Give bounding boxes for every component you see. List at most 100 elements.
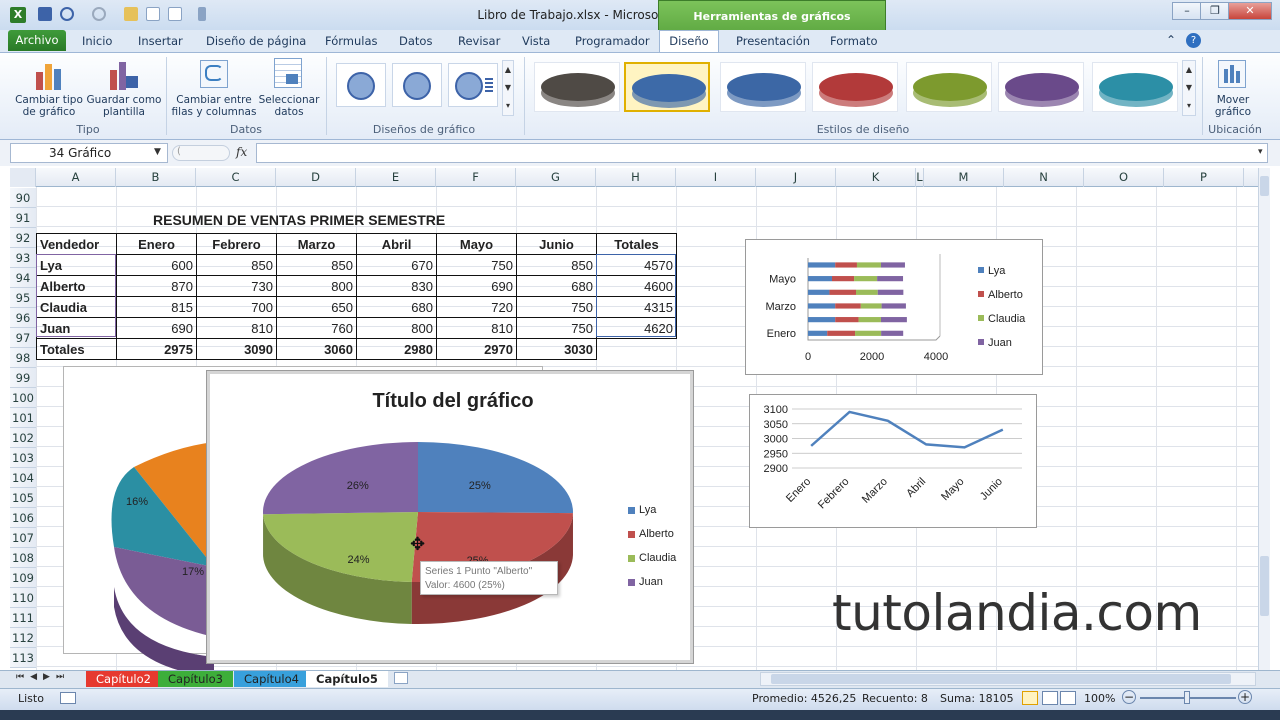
- chart-style-2[interactable]: [624, 62, 710, 112]
- chart-style-7[interactable]: [1092, 62, 1178, 112]
- row-header-104[interactable]: 104: [10, 468, 36, 488]
- row-header-108[interactable]: 108: [10, 548, 36, 568]
- value-cell[interactable]: 2980: [356, 338, 437, 360]
- chart-style-4[interactable]: [812, 62, 898, 112]
- bar-segment-alberto[interactable]: [835, 262, 857, 268]
- change-chart-type-button[interactable]: Cambiar tipo de gráfico: [12, 94, 86, 118]
- row-header-101[interactable]: 101: [10, 408, 36, 428]
- row-header-92[interactable]: 92: [10, 228, 36, 248]
- value-cell[interactable]: 810: [436, 317, 517, 339]
- value-cell[interactable]: 3060: [276, 338, 357, 360]
- move-chart-icon[interactable]: [1218, 60, 1246, 88]
- row-header-97[interactable]: 97: [10, 328, 36, 348]
- value-cell[interactable]: 815: [116, 296, 197, 318]
- move-chart-button[interactable]: Mover gráfico: [1204, 94, 1262, 118]
- formula-expand-handle[interactable]: (: [172, 145, 230, 161]
- bar-segment-juan[interactable]: [881, 330, 904, 336]
- bar-legend-label[interactable]: Alberto: [988, 289, 1023, 301]
- line-series-totales[interactable]: [810, 410, 1004, 449]
- sheet-nav-arrows[interactable]: ⏮◀▶⏭: [16, 672, 70, 682]
- tab-programador[interactable]: Programador: [569, 33, 656, 52]
- chart-style-5[interactable]: [906, 62, 992, 112]
- row-header-91[interactable]: 91: [10, 208, 36, 228]
- row-header-95[interactable]: 95: [10, 288, 36, 308]
- row-header-102[interactable]: 102: [10, 428, 36, 448]
- header-cell[interactable]: Marzo: [276, 233, 357, 255]
- minimize-ribbon-icon[interactable]: ⌃: [1166, 33, 1176, 47]
- expand-formula-icon[interactable]: ▾: [1258, 147, 1263, 157]
- column-header-l[interactable]: L: [916, 168, 924, 187]
- bar-segment-lya[interactable]: [808, 289, 830, 295]
- column-header-m[interactable]: M: [924, 168, 1004, 187]
- value-cell[interactable]: [597, 339, 677, 360]
- value-cell[interactable]: 800: [276, 275, 357, 297]
- row-header-110[interactable]: 110: [10, 588, 36, 608]
- line-plot-area[interactable]: 3100 3050 3000 2950 2900Enero Febrero Marzo Abr…: [750, 395, 1038, 529]
- bar-segment-claudia[interactable]: [854, 276, 878, 282]
- tab-formato[interactable]: Formato: [824, 33, 884, 52]
- value-cell[interactable]: 750: [436, 254, 517, 276]
- row-header-99[interactable]: 99: [10, 368, 36, 388]
- bar-segment-claudia[interactable]: [856, 262, 881, 268]
- chart-style-3[interactable]: [720, 62, 806, 112]
- row-header-106[interactable]: 106: [10, 508, 36, 528]
- column-header-f[interactable]: F: [436, 168, 516, 187]
- sheet-title[interactable]: RESUMEN DE VENTAS PRIMER SEMESTRE: [153, 212, 445, 228]
- macro-record-icon[interactable]: [60, 692, 76, 704]
- bar-segment-juan[interactable]: [881, 303, 906, 309]
- switch-row-column-icon[interactable]: [200, 60, 228, 88]
- save-as-template-button[interactable]: Guardar como plantilla: [86, 94, 162, 118]
- value-cell[interactable]: 690: [436, 275, 517, 297]
- row-header-107[interactable]: 107: [10, 528, 36, 548]
- chart-layout-3[interactable]: [448, 63, 498, 107]
- chart-style-6[interactable]: [998, 62, 1084, 112]
- bar-legend-label[interactable]: Lya: [988, 265, 1006, 277]
- header-cell[interactable]: Febrero: [196, 233, 277, 255]
- restore-icon[interactable]: ❐: [1200, 2, 1230, 20]
- bar-segment-lya[interactable]: [808, 276, 832, 282]
- bar-segment-lya[interactable]: [808, 303, 836, 309]
- change-chart-type-icon[interactable]: [34, 60, 64, 90]
- bar-segment-lya[interactable]: [808, 262, 836, 268]
- pie-slice-juan[interactable]: [263, 442, 418, 515]
- value-cell[interactable]: 670: [356, 254, 437, 276]
- sheet-tab-capitulo5[interactable]: Capítulo5: [306, 671, 388, 687]
- bar-legend-label[interactable]: Juan: [988, 337, 1012, 349]
- value-cell[interactable]: 750: [516, 296, 597, 318]
- column-header-h[interactable]: H: [596, 168, 676, 187]
- help-icon[interactable]: ?: [1186, 33, 1201, 48]
- stacked-bar-chart[interactable]: Mayo Marzo Enero 0 2000 4000 Lya Alberto Claudia…: [745, 239, 1043, 375]
- value-cell[interactable]: 680: [516, 275, 597, 297]
- legend-entry[interactable]: Claudia: [628, 546, 694, 570]
- name-box-dropdown-icon[interactable]: ▼: [154, 147, 161, 157]
- legend-entry[interactable]: Alberto: [628, 522, 694, 546]
- tab-inicio[interactable]: Inicio: [76, 33, 118, 52]
- column-header-i[interactable]: I: [676, 168, 756, 187]
- row-header-113[interactable]: 113: [10, 648, 36, 668]
- bar-segment-alberto[interactable]: [829, 289, 856, 295]
- bar-segment-lya[interactable]: [808, 317, 836, 323]
- value-cell[interactable]: 850: [516, 254, 597, 276]
- row-header-112[interactable]: 112: [10, 628, 36, 648]
- value-cell[interactable]: 600: [116, 254, 197, 276]
- zoom-slider[interactable]: [1140, 691, 1236, 704]
- value-cell[interactable]: 680: [356, 296, 437, 318]
- value-cell[interactable]: 750: [516, 317, 597, 339]
- minimize-icon[interactable]: –: [1172, 2, 1202, 20]
- bar-segment-claudia[interactable]: [860, 303, 882, 309]
- zoom-in-icon[interactable]: +: [1238, 690, 1252, 704]
- tab-insertar[interactable]: Insertar: [132, 33, 189, 52]
- row-header-90[interactable]: 90: [10, 188, 36, 208]
- row-header-109[interactable]: 109: [10, 568, 36, 588]
- insert-sheet-icon[interactable]: [394, 672, 408, 684]
- value-cell[interactable]: 3090: [196, 338, 277, 360]
- select-data-button[interactable]: Seleccionar datos: [256, 94, 322, 118]
- tab-diseno[interactable]: Diseño: [659, 30, 719, 53]
- close-icon[interactable]: ✕: [1228, 2, 1272, 20]
- bar-segment-claudia[interactable]: [856, 289, 878, 295]
- row-header-100[interactable]: 100: [10, 388, 36, 408]
- sheet-tab-capitulo2[interactable]: Capítulo2: [86, 671, 161, 687]
- row-header-96[interactable]: 96: [10, 308, 36, 328]
- bar-segment-juan[interactable]: [880, 317, 907, 323]
- value-cell[interactable]: 650: [276, 296, 357, 318]
